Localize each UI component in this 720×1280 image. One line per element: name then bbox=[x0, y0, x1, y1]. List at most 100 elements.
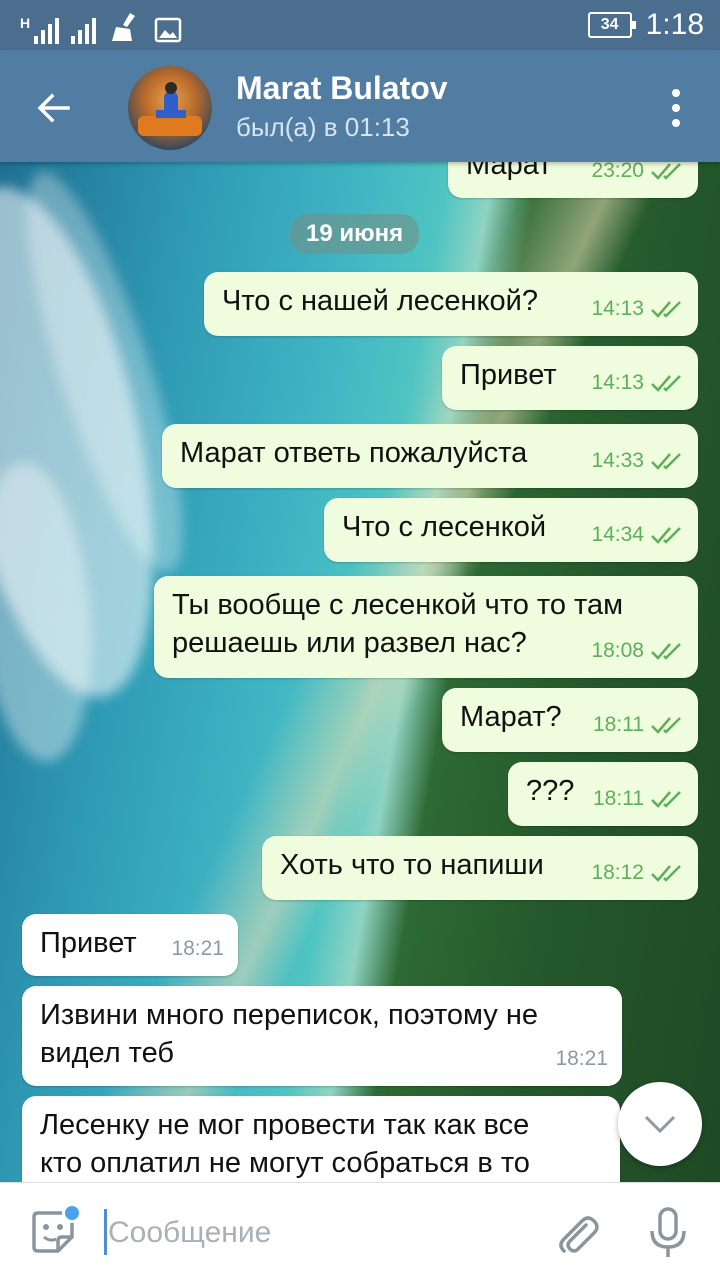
message-line: Лесенку не мог провести так как все bbox=[40, 1109, 530, 1141]
double-check-icon bbox=[651, 791, 681, 808]
menu-dot bbox=[672, 119, 680, 127]
message-time: 14:13 bbox=[591, 371, 644, 394]
message-line: Извини много переписок, поэтому не bbox=[40, 999, 539, 1031]
message-input-bar bbox=[0, 1182, 720, 1280]
message-line: решаешь или развел нас? bbox=[172, 627, 527, 659]
message-line: Хоть что то напиши bbox=[280, 849, 544, 881]
message-time: 18:08 bbox=[591, 639, 644, 662]
chevron-down-icon bbox=[644, 1115, 676, 1134]
message-meta: 18:21 bbox=[555, 1040, 608, 1078]
message-input[interactable] bbox=[108, 1211, 528, 1255]
message-meta: 14:13 bbox=[591, 364, 684, 402]
cleaner-icon bbox=[112, 13, 136, 41]
outgoing-message[interactable]: Привет 14:13 bbox=[442, 346, 698, 410]
message-time: 23:20 bbox=[591, 162, 644, 182]
message-line: видел теб bbox=[40, 1037, 175, 1069]
contact-last-seen: был(а) в 01:13 bbox=[236, 112, 410, 142]
network-type: H bbox=[20, 15, 31, 31]
battery-level: 34 bbox=[600, 16, 619, 33]
message-meta: 18:08 bbox=[591, 632, 684, 670]
message-time: 18:11 bbox=[593, 787, 644, 810]
message-line: Привет bbox=[40, 927, 137, 959]
message-meta: 18:21 bbox=[171, 930, 224, 968]
date-divider: 19 июня bbox=[290, 214, 420, 254]
message-meta: 18:11 bbox=[593, 706, 684, 744]
message-text: Марат bbox=[466, 162, 552, 181]
double-check-icon bbox=[651, 717, 681, 734]
message-meta: 23:20 bbox=[591, 162, 684, 190]
message-meta: 14:34 bbox=[591, 516, 684, 554]
double-check-icon bbox=[651, 865, 681, 882]
message-time: 18:11 bbox=[593, 713, 644, 736]
message-text: Лесенку не мог провести так как все кто о… bbox=[40, 1106, 530, 1182]
outgoing-message[interactable]: Хоть что то напиши 18:12 bbox=[262, 836, 698, 900]
menu-dot bbox=[672, 104, 680, 112]
menu-dot bbox=[672, 89, 680, 97]
signal-2-icon bbox=[71, 16, 97, 44]
message-line: Что с лесенкой bbox=[342, 511, 547, 543]
message-text: Привет bbox=[40, 924, 137, 962]
scroll-down-button[interactable] bbox=[618, 1082, 702, 1166]
message-line: Что с нашей лесенкой? bbox=[222, 285, 538, 317]
status-left: H bbox=[20, 10, 182, 44]
message-line: ??? bbox=[526, 775, 575, 807]
microphone-icon[interactable] bbox=[644, 1207, 692, 1259]
double-check-icon bbox=[651, 643, 681, 660]
incoming-message[interactable]: Привет 18:21 bbox=[22, 914, 238, 976]
message-text: Привет bbox=[460, 356, 557, 394]
status-right: 34 1:18 bbox=[587, 8, 704, 42]
outgoing-message[interactable]: Что с нашей лесенкой? 14:13 bbox=[204, 272, 698, 336]
outgoing-message[interactable]: Ты вообще с лесенкой что то там решаешь и… bbox=[154, 576, 698, 678]
outgoing-message[interactable]: Марат? 18:11 bbox=[442, 688, 698, 752]
message-meta: 14:13 bbox=[591, 290, 684, 328]
avatar-image bbox=[138, 82, 202, 136]
message-text: Что с нашей лесенкой? bbox=[222, 282, 538, 320]
message-text: Извини много переписок, поэтому не видел … bbox=[40, 996, 538, 1072]
text-cursor bbox=[104, 1209, 107, 1255]
message-time: 14:13 bbox=[591, 297, 644, 320]
arrow-left-icon bbox=[37, 93, 70, 123]
chat-area[interactable]: Марат 23:20 19 июня Что с нашей лесенкой… bbox=[0, 162, 720, 1182]
message-text: Ты вообще с лесенкой что то там решаешь и… bbox=[172, 586, 623, 662]
incoming-message[interactable]: Лесенку не мог провести так как все кто о… bbox=[22, 1096, 620, 1182]
new-stickers-badge bbox=[62, 1203, 82, 1223]
message-meta: 18:12 bbox=[591, 854, 684, 892]
message-time: 18:21 bbox=[555, 1047, 608, 1070]
message-text: Хоть что то напиши bbox=[280, 846, 544, 884]
battery-icon: 34 bbox=[587, 12, 636, 38]
message-time: 14:33 bbox=[591, 449, 644, 472]
message-time: 18:12 bbox=[591, 861, 644, 884]
message-meta: 14:33 bbox=[591, 442, 684, 480]
double-check-icon bbox=[651, 527, 681, 544]
double-check-icon bbox=[651, 163, 681, 180]
image-icon bbox=[154, 17, 182, 43]
message-text: Марат? bbox=[460, 698, 562, 736]
double-check-icon bbox=[651, 375, 681, 392]
signal-icon bbox=[34, 16, 60, 44]
outgoing-message[interactable]: Что с лесенкой 14:34 bbox=[324, 498, 698, 562]
message-line: Ты вообще с лесенкой что то там bbox=[172, 589, 624, 621]
message-line: Марат? bbox=[460, 701, 562, 733]
outgoing-message[interactable]: ??? 18:11 bbox=[508, 762, 698, 826]
double-check-icon bbox=[651, 453, 681, 470]
message-bubble-partial[interactable]: Марат 23:20 bbox=[448, 162, 698, 198]
message-text: ??? bbox=[526, 772, 574, 810]
avatar[interactable] bbox=[128, 66, 212, 150]
message-line: кто оплатил не могут собраться в то bbox=[40, 1147, 530, 1179]
back-button[interactable] bbox=[30, 84, 78, 132]
message-line: Марат ответь пожалуйста bbox=[180, 437, 528, 469]
message-line: Привет bbox=[460, 359, 557, 391]
incoming-message[interactable]: Извини много переписок, поэтому не видел … bbox=[22, 986, 622, 1086]
clock: 1:18 bbox=[645, 8, 704, 41]
chat-header: Marat Bulatov был(а) в 01:13 bbox=[0, 50, 720, 162]
message-meta: 18:11 bbox=[593, 780, 684, 818]
message-text: Что с лесенкой bbox=[342, 508, 546, 546]
message-text: Марат ответь пожалуйста bbox=[180, 434, 527, 472]
message-time: 18:21 bbox=[171, 937, 224, 960]
contact-name[interactable]: Marat Bulatov bbox=[236, 70, 448, 107]
more-options-button[interactable] bbox=[662, 84, 690, 132]
paperclip-icon[interactable] bbox=[552, 1209, 600, 1257]
status-bar: H 34 1:18 bbox=[0, 0, 720, 50]
message-time: 14:34 bbox=[591, 523, 644, 546]
outgoing-message[interactable]: Марат ответь пожалуйста 14:33 bbox=[162, 424, 698, 488]
